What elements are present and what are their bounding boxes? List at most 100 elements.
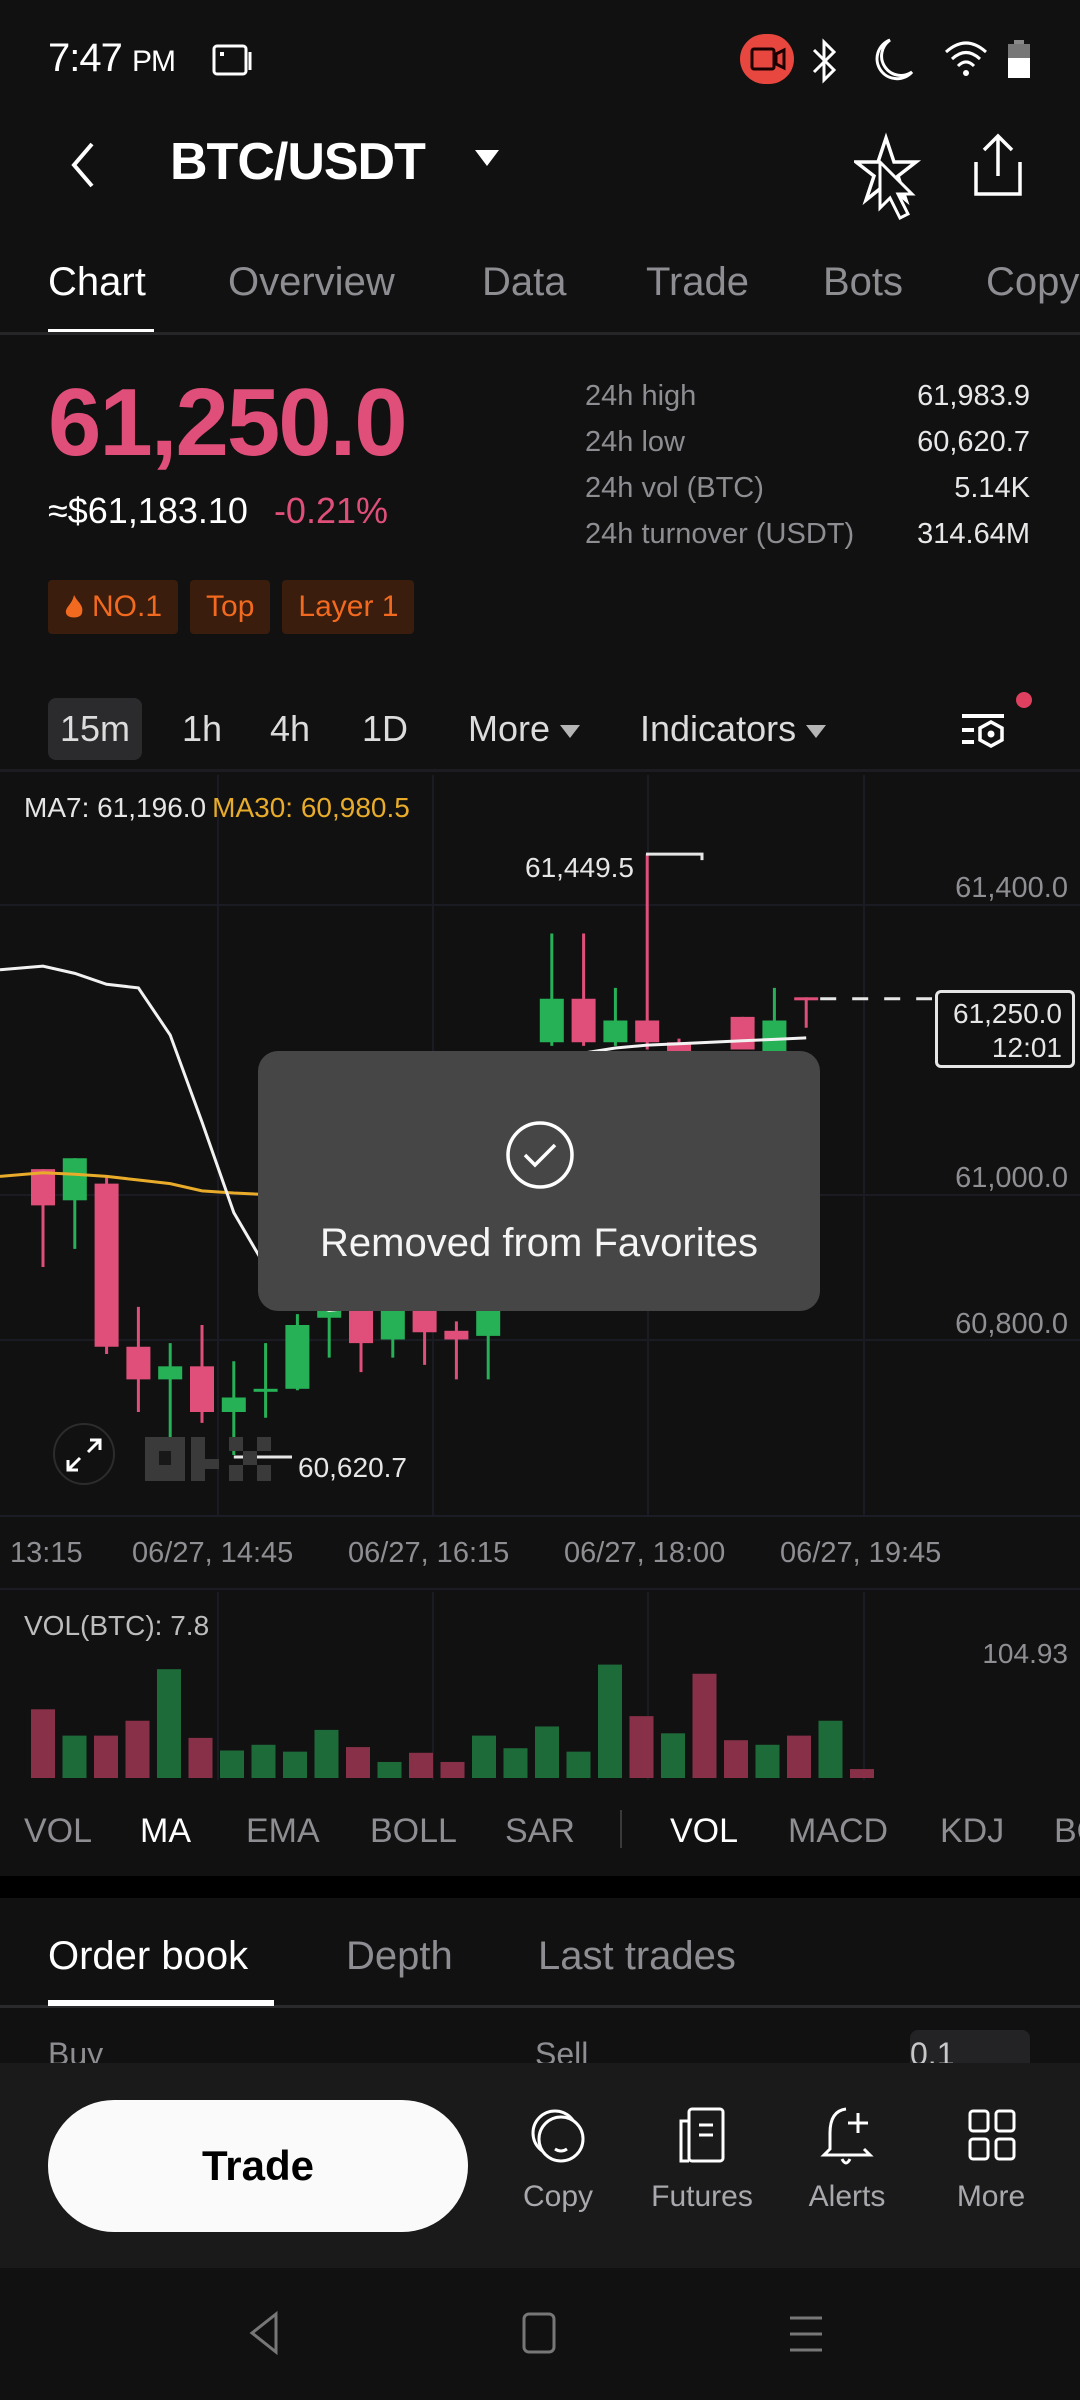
orderbook-tabs: Order book Depth Last trades [0, 1898, 1080, 2008]
indicator-sub-macd[interactable]: MACD [788, 1812, 888, 1851]
change-percent: -0.21% [273, 490, 389, 531]
volume-bar [125, 1720, 150, 1778]
pair-title[interactable]: BTC/USDT [170, 132, 426, 192]
do-not-disturb-icon [875, 38, 914, 81]
volume-bar [220, 1750, 244, 1778]
volume-bar [314, 1729, 339, 1778]
trade-button[interactable]: Trade [48, 2100, 468, 2232]
section-divider [0, 1876, 1080, 1898]
last-price-label: 61,250.0 12:01 [935, 990, 1075, 1068]
interval-1d[interactable]: 1D [362, 698, 408, 760]
candle-body [444, 1330, 469, 1340]
buy-column-label: Buy [48, 2036, 104, 2063]
tab-trade[interactable]: Trade [646, 260, 749, 305]
candle-body [221, 1397, 246, 1412]
interval-15m[interactable]: 15m [48, 698, 143, 760]
tag-top[interactable]: Top [190, 580, 271, 634]
ma30-value: MA30: 60,980.5 [212, 792, 410, 823]
x-axis: 13:15 06/27, 14:45 06/27, 16:15 06/27, 1… [0, 1515, 1080, 1590]
back-button[interactable] [62, 140, 102, 190]
volume-bar [818, 1720, 843, 1778]
indicator-main-boll[interactable]: BOLL [370, 1812, 457, 1851]
tab-data[interactable]: Data [482, 260, 567, 305]
indicator-sub-boll[interactable]: BOLL [1054, 1812, 1080, 1851]
volume-bar [629, 1716, 654, 1778]
tab-bots[interactable]: Bots [823, 260, 903, 305]
ma-legend: MA7: 61,196.0 MA30: 60,980.5 [24, 792, 410, 824]
indicator-sub-vol[interactable]: VOL [670, 1812, 738, 1851]
high-annotation: 61,449.5 [525, 852, 634, 883]
more-intervals-dropdown[interactable]: More [468, 698, 581, 760]
notification-dot [1016, 692, 1032, 708]
check-circle-icon [506, 1121, 574, 1189]
x-tick-label: 13:15 [10, 1537, 83, 1569]
alerts-button[interactable]: Alerts [787, 2103, 907, 2214]
candle-body [126, 1346, 151, 1380]
grid-icon [968, 2109, 1016, 2161]
indicator-main-ma[interactable]: MA [140, 1812, 191, 1851]
stat-row: 24h turnover (USDT) 314.64M [585, 518, 1030, 550]
fiat-price-row: ≈$61,183.10 -0.21% [48, 490, 388, 532]
volume-bar [598, 1664, 622, 1778]
stat-row: 24h vol (BTC) 5.14K [585, 472, 1030, 504]
price-step-dropdown[interactable]: 0.1 [910, 2030, 1030, 2063]
sell-column-label: Sell [535, 2036, 589, 2063]
screen-cast-icon [212, 44, 252, 76]
favorite-star-button[interactable] [854, 132, 924, 224]
bottom-action-bar: Trade Copy Futures Alerts More [0, 2063, 1080, 2268]
volume-bar [62, 1735, 87, 1778]
volume-bar [472, 1735, 496, 1778]
tag-layer1[interactable]: Layer 1 [282, 580, 415, 634]
volume-bar [188, 1737, 213, 1778]
x-tick-label: 06/27, 14:45 [132, 1537, 294, 1569]
nav-back-button[interactable] [244, 2308, 284, 2358]
candle-body [158, 1366, 183, 1380]
copy-button[interactable]: Copy [498, 2103, 618, 2214]
volume-bar [692, 1673, 717, 1778]
share-button[interactable] [970, 132, 1026, 198]
caret-down-icon [806, 724, 827, 738]
y-tick-label: 61,000.0 [955, 1162, 1068, 1194]
indicator-main-ema[interactable]: EMA [246, 1812, 320, 1851]
candle-body [62, 1158, 87, 1201]
tag-rank[interactable]: NO.1 [48, 580, 179, 634]
fullscreen-button[interactable] [52, 1422, 116, 1486]
futures-icon [679, 2107, 725, 2163]
system-nav-bar [0, 2268, 1080, 2400]
candle-body [730, 1016, 755, 1050]
tab-depth[interactable]: Depth [346, 1934, 453, 1979]
tab-order-book[interactable]: Order book [48, 1934, 248, 1979]
candle-body [253, 1388, 278, 1392]
volume-bar [566, 1751, 591, 1778]
volume-bar [850, 1769, 874, 1778]
active-tab-indicator [48, 329, 154, 332]
interval-1h[interactable]: 1h [182, 698, 222, 760]
tab-overview[interactable]: Overview [228, 260, 395, 305]
tab-chart[interactable]: Chart [48, 260, 146, 305]
volume-bar [661, 1733, 685, 1778]
indicator-main-sar[interactable]: SAR [505, 1812, 575, 1851]
volume-bar [377, 1761, 402, 1778]
indicator-sub-kdj[interactable]: KDJ [940, 1812, 1004, 1851]
futures-button[interactable]: Futures [642, 2103, 762, 2214]
volume-max-label: 104.93 [982, 1638, 1068, 1669]
volume-bar [94, 1735, 118, 1778]
indicator-main-vol[interactable]: VOL [24, 1812, 92, 1851]
interval-bar: 15m 1h 4h 1D More Indicators [0, 686, 1080, 772]
pair-dropdown-icon[interactable] [475, 150, 499, 166]
indicators-dropdown[interactable]: Indicators [640, 698, 827, 760]
toast-message: Removed from Favorites [320, 1221, 758, 1265]
status-time: 7:47 PM [48, 36, 176, 80]
tab-last-trades[interactable]: Last trades [538, 1934, 736, 1979]
more-button[interactable]: More [931, 2103, 1051, 2214]
interval-4h[interactable]: 4h [270, 698, 310, 760]
main-tabs: Chart Overview Data Trade Bots Copy [0, 250, 1080, 335]
volume-bar [409, 1752, 433, 1778]
chart-settings-button[interactable] [958, 686, 1058, 762]
nav-home-button[interactable] [520, 2310, 560, 2356]
caret-down-icon [560, 724, 581, 738]
volume-bar [283, 1751, 307, 1778]
nav-recents-button[interactable] [786, 2312, 826, 2356]
status-bar: 7:47 PM [0, 0, 1080, 120]
tab-copy[interactable]: Copy [986, 260, 1079, 305]
